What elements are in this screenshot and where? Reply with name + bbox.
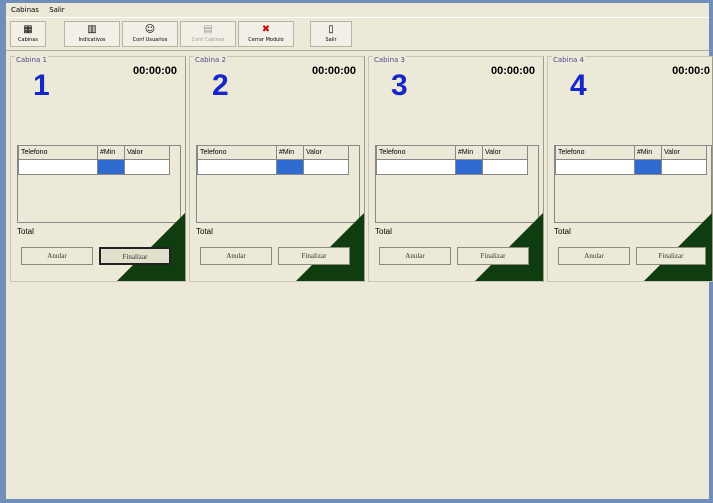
cabina-timer: 00:00:0 — [672, 65, 710, 77]
column-telefono[interactable]: Telefono — [555, 146, 635, 160]
calls-grid[interactable]: Telefono #Min Valor — [375, 145, 539, 223]
cell-telefono[interactable] — [18, 159, 98, 175]
finalizar-button[interactable]: Finalizar — [457, 247, 529, 265]
conf-usuarios-button[interactable]: ☺ Conf Usuarios — [122, 21, 178, 47]
exit-door-icon: ▯ — [328, 24, 334, 35]
cell-min[interactable] — [455, 159, 483, 175]
salir-button[interactable]: ▯ Salir — [310, 21, 352, 47]
cabina-number: 1 — [33, 69, 50, 102]
cabina-title: Cabina 4 — [552, 56, 585, 64]
column-min[interactable]: #Min — [634, 146, 662, 160]
cabina-panel-1: Cabina 1 1 00:00:00 Telefono #Min Valor … — [10, 56, 186, 282]
cabina-number: 4 — [570, 69, 587, 102]
cabina-panel-2: Cabina 2 2 00:00:00 Telefono #Min Valor … — [189, 56, 365, 282]
calls-grid[interactable]: Telefono #Min Valor — [196, 145, 360, 223]
phone-book-icon: ▥ — [87, 24, 97, 35]
cell-valor[interactable] — [303, 159, 349, 175]
calls-grid[interactable]: Telefono #Min Valor — [17, 145, 181, 223]
cerrar-modulo-button[interactable]: ✖ Cerrar Modulo — [238, 21, 294, 47]
user-icon: ☺ — [144, 24, 156, 35]
anular-button[interactable]: Anular — [558, 247, 630, 265]
finalizar-button[interactable]: Finalizar — [278, 247, 350, 265]
cabins-icon: ▦ — [23, 24, 33, 35]
column-valor[interactable]: Valor — [303, 146, 349, 160]
cell-valor[interactable] — [661, 159, 707, 175]
cabina-timer: 00:00:00 — [311, 65, 356, 77]
anular-button[interactable]: Anular — [379, 247, 451, 265]
cell-telefono[interactable] — [376, 159, 456, 175]
anular-button[interactable]: Anular — [200, 247, 272, 265]
cabina-panel-3: Cabina 3 3 00:00:00 Telefono #Min Valor … — [368, 56, 544, 282]
grid-icon: ▤ — [203, 24, 213, 35]
close-module-icon: ✖ — [261, 24, 271, 35]
menu-item-salir[interactable]: Salir — [46, 6, 68, 14]
calls-grid[interactable]: Telefono #Min Valor — [554, 145, 712, 223]
table-row[interactable] — [197, 159, 349, 175]
cabinas-button[interactable]: ▦ Cabinas — [10, 21, 46, 47]
menu-bar: Cabinas Salir — [6, 3, 709, 18]
column-telefono[interactable]: Telefono — [376, 146, 456, 160]
anular-button[interactable]: Anular — [21, 247, 93, 265]
total-label: Total — [196, 227, 213, 236]
menu-item-cabinas[interactable]: Cabinas — [8, 6, 42, 14]
cabina-title: Cabina 1 — [15, 56, 48, 64]
cabina-title: Cabina 3 — [373, 56, 406, 64]
cell-telefono[interactable] — [555, 159, 635, 175]
column-valor[interactable]: Valor — [482, 146, 528, 160]
column-telefono[interactable]: Telefono — [197, 146, 277, 160]
column-valor[interactable]: Valor — [661, 146, 707, 160]
cell-valor[interactable] — [124, 159, 170, 175]
cell-min[interactable] — [634, 159, 662, 175]
table-row[interactable] — [376, 159, 528, 175]
cabina-panel-4: Cabina 4 4 00:00:0 Telefono #Min Valor T… — [547, 56, 713, 282]
total-label: Total — [17, 227, 34, 236]
conf-cabinas-button[interactable]: ▤ Conf Cabinas — [180, 21, 236, 47]
cabina-timer: 00:00:00 — [132, 65, 177, 77]
cell-min[interactable] — [97, 159, 125, 175]
cell-telefono[interactable] — [197, 159, 277, 175]
column-min[interactable]: #Min — [97, 146, 125, 160]
cabina-number: 3 — [391, 69, 408, 102]
indicativos-button[interactable]: ▥ Indicativos — [64, 21, 120, 47]
column-min[interactable]: #Min — [455, 146, 483, 160]
cell-valor[interactable] — [482, 159, 528, 175]
cabina-number: 2 — [212, 69, 229, 102]
column-min[interactable]: #Min — [276, 146, 304, 160]
column-telefono[interactable]: Telefono — [18, 146, 98, 160]
total-label: Total — [554, 227, 571, 236]
cabina-title: Cabina 2 — [194, 56, 227, 64]
finalizar-button[interactable]: Finalizar — [636, 247, 706, 265]
cabina-timer: 00:00:00 — [490, 65, 535, 77]
table-row[interactable] — [18, 159, 170, 175]
total-label: Total — [375, 227, 392, 236]
table-row[interactable] — [555, 159, 707, 175]
toolbar: ▦ Cabinas ▥ Indicativos ☺ Conf Usuarios … — [6, 18, 709, 51]
column-valor[interactable]: Valor — [124, 146, 170, 160]
finalizar-button[interactable]: Finalizar — [99, 247, 171, 265]
cell-min[interactable] — [276, 159, 304, 175]
